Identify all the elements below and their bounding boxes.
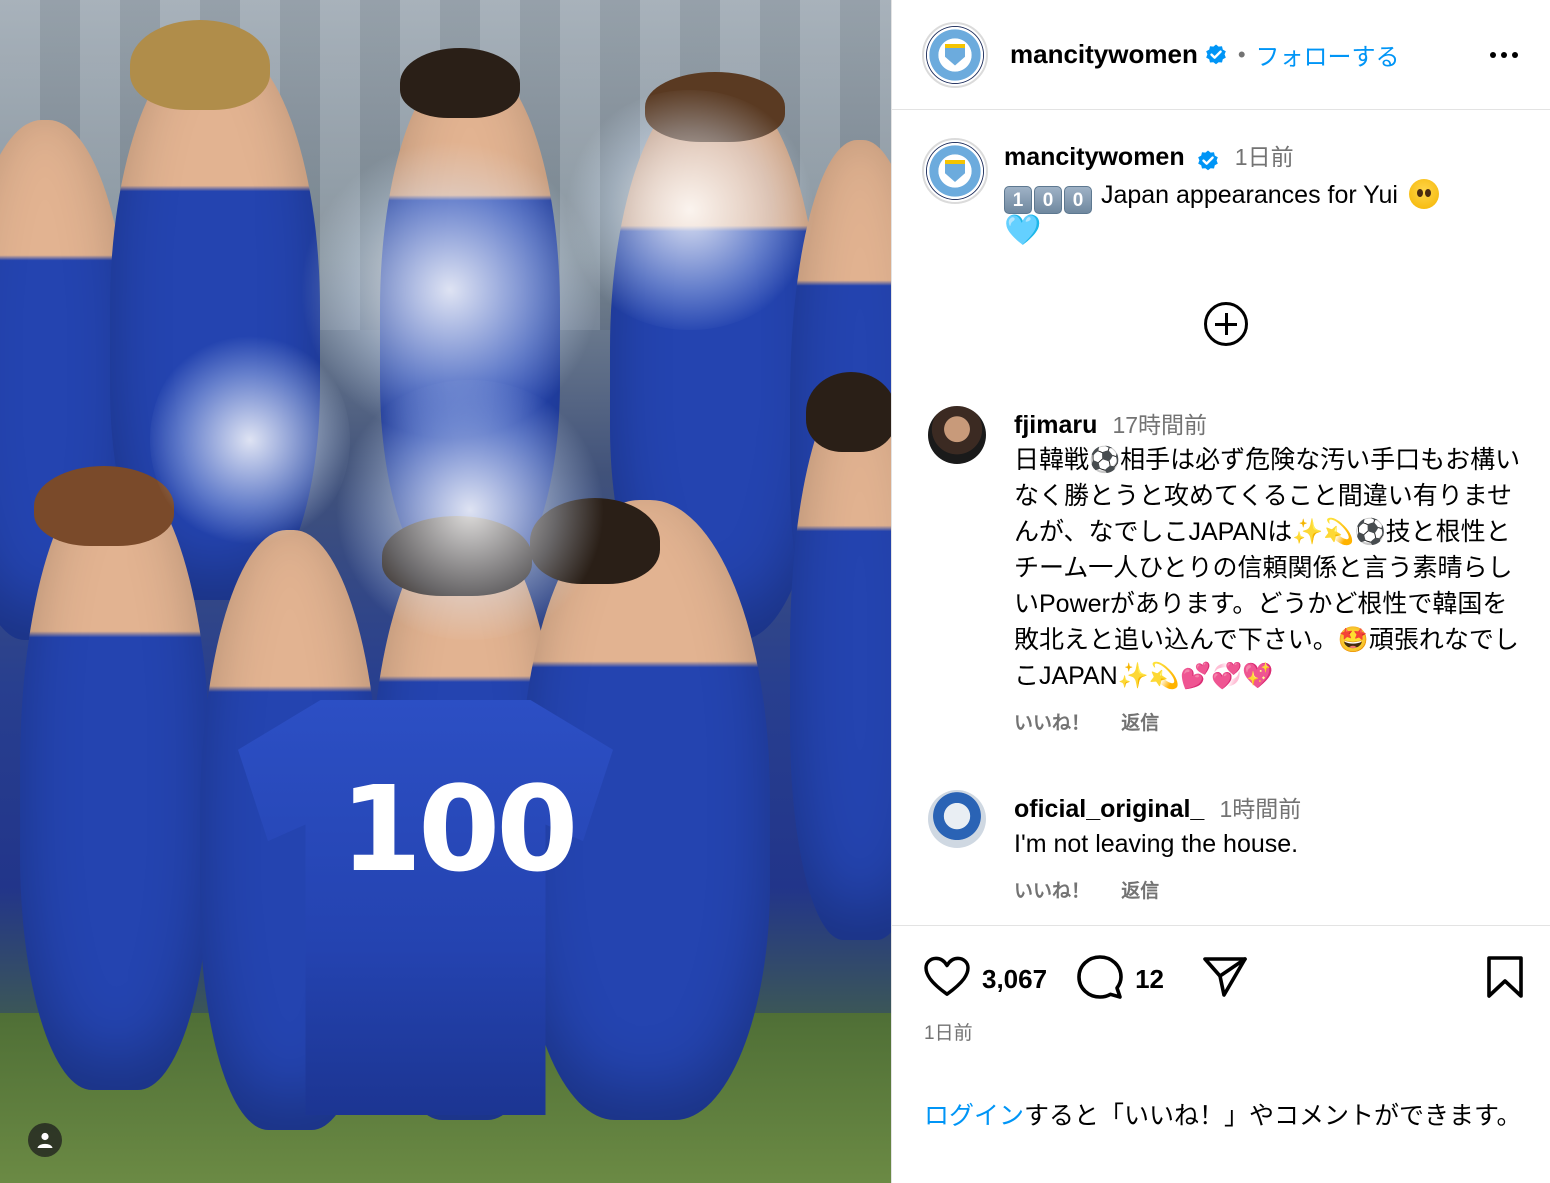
photo-player-hair [130,20,270,110]
follow-button[interactable]: フォローする [1256,37,1400,72]
comment-time[interactable]: 1時間前 [1219,796,1301,822]
post-details-panel: mancitywomen • フォローする mancitywomen 1日前 1… [891,0,1550,1183]
verified-icon [1196,149,1220,173]
comment-like-button[interactable]: いいね！ [1014,881,1090,902]
photo-player-hair [400,48,520,118]
comment-username[interactable]: fjimaru [1014,411,1097,439]
caption-time[interactable]: 1日前 [1235,144,1294,170]
photo-player [20,470,210,1090]
post-date[interactable]: 1日前 [924,1018,973,1045]
add-comments-icon[interactable] [1204,302,1248,346]
comment-button[interactable]: 12 [1077,954,1164,1004]
like-count[interactable]: 3,067 [982,964,1047,995]
photo-water-splash [330,380,610,640]
bookmark-icon[interactable] [1486,955,1524,1003]
caption-body-text: Japan appearances for Yui [1094,180,1398,209]
pleading-face-emoji [1408,178,1439,209]
login-hint-text: すると「いいね！」やコメントができます。 [1024,1102,1522,1130]
comment-icon[interactable] [1077,954,1123,1004]
user-tag-icon[interactable] [28,1123,62,1157]
header-username[interactable]: mancitywomen [1010,39,1198,70]
photo-player-hair [34,466,174,546]
like-button[interactable]: 3,067 [924,956,1047,1002]
comment-item: fjimaru 17時間前 日韓戦⚽️相手は必ず危険な汚い手口もお構いなく勝とう… [928,406,1528,735]
comment-text: 日韓戦⚽️相手は必ず危険な汚い手口もお構いなく勝とうと攻めてくること間違い有りま… [1014,446,1521,690]
more-icon[interactable] [1482,44,1526,66]
heart-icon[interactable] [924,956,970,1002]
login-hint: ログインすると「いいね！」やコメントができます。 [924,1098,1524,1134]
comment-time[interactable]: 17時間前 [1112,412,1207,438]
post-header: mancitywomen • フォローする [892,0,1550,110]
account-avatar[interactable] [922,21,988,88]
comment-item: oficial_original_ 1時間前 I'm not leaving t… [928,790,1528,903]
keycap-emoji: 1 [1004,185,1032,214]
login-link[interactable]: ログイン [924,1102,1024,1130]
club-crest-icon [945,43,965,66]
comment-username[interactable]: oficial_original_ [1014,795,1204,823]
comment-reply-button[interactable]: 返信 [1121,881,1159,902]
photo-jersey-number: 100 [340,760,578,898]
post-actions: 3,067 12 1日前 ログインすると「いいね！」やコメントができます。 [892,925,1550,1130]
caption-text: 100 Japan appearances for Yui 🩵 [1004,177,1524,250]
post-caption: mancitywomen 1日前 100 Japan appearances f… [922,138,1532,250]
caption-username[interactable]: mancitywomen [1004,143,1185,171]
keycap-emoji: 0 [1064,185,1092,214]
photo-water-splash [150,330,350,550]
keycap-emoji: 0 [1034,185,1062,214]
share-button[interactable] [1202,955,1248,1003]
post-photo[interactable]: 100 [0,0,891,1183]
light-blue-heart-emoji: 🩵 [1004,213,1042,247]
comment-reply-button[interactable]: 返信 [1121,713,1159,734]
photo-water-splash [560,90,820,330]
comment-like-button[interactable]: いいね！ [1014,713,1090,734]
commenter-avatar[interactable] [928,406,986,464]
comments-section[interactable]: mancitywomen 1日前 100 Japan appearances f… [892,110,1550,925]
share-icon[interactable] [1202,955,1248,1003]
header-separator: • [1237,41,1246,67]
photo-player-hair [806,372,891,452]
commenter-avatar[interactable] [928,790,986,848]
club-crest-icon [945,160,965,182]
caption-avatar[interactable] [922,138,988,204]
comment-count[interactable]: 12 [1135,964,1164,995]
comment-text: I'm not leaving the house. [1014,830,1299,858]
save-button[interactable] [1486,955,1524,1003]
verified-icon [1204,43,1228,67]
